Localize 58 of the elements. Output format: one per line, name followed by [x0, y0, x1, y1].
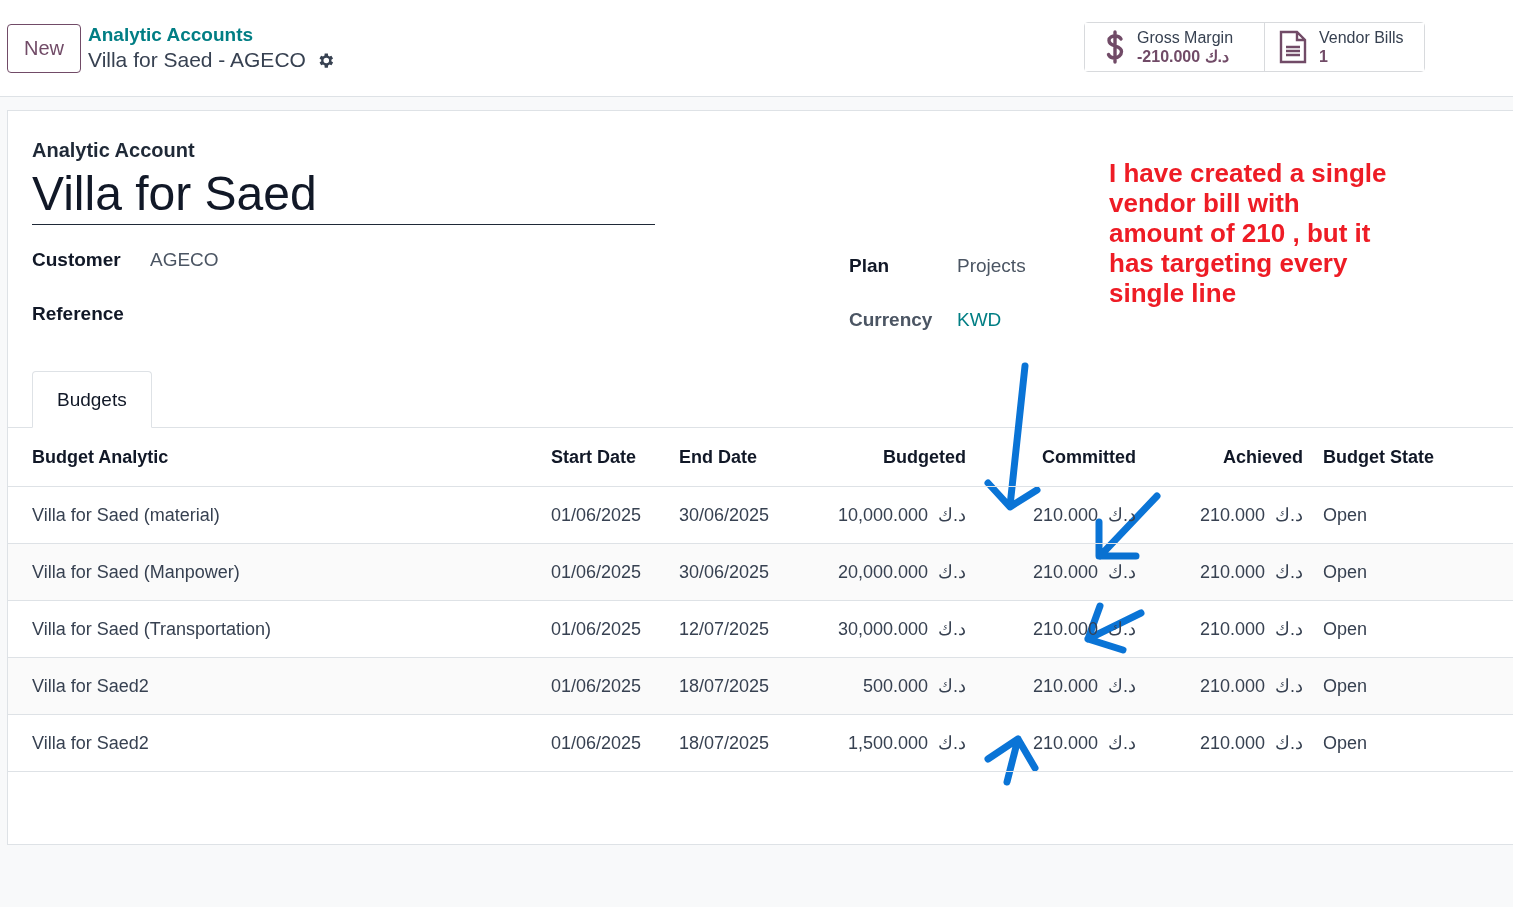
document-icon	[1279, 30, 1307, 64]
table-cell: 01/06/2025	[541, 543, 669, 601]
table-cell: 18/07/2025	[669, 657, 796, 715]
field-value[interactable]: Projects	[957, 255, 1026, 277]
dollar-icon	[1105, 30, 1125, 64]
table-cell: 18/07/2025	[669, 714, 796, 772]
annotation-note: I have created a single vendor bill with amount of 210 , but it has targeting every single line	[1109, 158, 1387, 308]
table-cell: 210.000 د.ك	[1146, 600, 1313, 658]
form-caption: Analytic Account	[32, 139, 196, 162]
field-label: Reference	[32, 303, 125, 325]
column-header[interactable]: End Date	[669, 428, 796, 487]
table-cell: 210.000 د.ك	[976, 543, 1146, 601]
table-cell: 1,500.000 د.ك	[796, 714, 976, 772]
table-cell: 12/07/2025	[669, 600, 796, 658]
table-cell: 01/06/2025	[541, 714, 669, 772]
table-cell: Open	[1313, 486, 1513, 544]
table-cell: Villa for Saed2	[8, 657, 541, 715]
table-cell: 210.000 د.ك	[1146, 714, 1313, 772]
field-value[interactable]: AGECO	[150, 249, 655, 271]
table-cell: Open	[1313, 657, 1513, 715]
table-cell: Villa for Saed (material)	[8, 486, 541, 544]
table-cell: Open	[1313, 543, 1513, 601]
table-cell: 01/06/2025	[541, 486, 669, 544]
vendor-bills-button[interactable]: Vendor Bills 1	[1264, 23, 1424, 71]
column-header[interactable]: Achieved	[1146, 428, 1313, 487]
column-header[interactable]: Start Date	[541, 428, 669, 487]
table-cell: 01/06/2025	[541, 600, 669, 658]
table-cell: 210.000 د.ك	[1146, 543, 1313, 601]
column-header[interactable]: Budgeted	[796, 428, 976, 487]
record-title: Villa for Saed - AGECO	[88, 48, 306, 72]
table-cell: Villa for Saed (Transportation)	[8, 600, 541, 658]
account-name-field[interactable]: Villa for Saed	[32, 164, 655, 225]
field-label: Currency	[849, 309, 934, 331]
table-cell: Villa for Saed (Manpower)	[8, 543, 541, 601]
table-cell: 210.000 د.ك	[1146, 486, 1313, 544]
table-cell: Villa for Saed2	[8, 714, 541, 772]
table-cell: 210.000 د.ك	[976, 714, 1146, 772]
column-header[interactable]: Committed	[976, 428, 1146, 487]
table-cell: Open	[1313, 714, 1513, 772]
field-label: Customer	[32, 249, 122, 271]
field-link[interactable]: KWD	[957, 309, 1026, 331]
tab[interactable]: Budgets	[32, 371, 152, 428]
table-cell: 30,000.000 د.ك	[796, 600, 976, 658]
table-cell: 30/06/2025	[669, 543, 796, 601]
table-cell: 500.000 د.ك	[796, 657, 976, 715]
column-header[interactable]: Budget State	[1313, 428, 1513, 487]
breadcrumb-link[interactable]: Analytic Accounts	[88, 24, 335, 46]
table-cell: Open	[1313, 600, 1513, 658]
table-cell: 210.000 د.ك	[1146, 657, 1313, 715]
new-button[interactable]: New	[7, 23, 81, 73]
column-header[interactable]: Budget Analytic	[8, 428, 541, 487]
table-cell: 30/06/2025	[669, 486, 796, 544]
table-cell: 210.000 د.ك	[976, 657, 1146, 715]
table-cell: 10,000.000 د.ك	[796, 486, 976, 544]
table-cell: 01/06/2025	[541, 657, 669, 715]
table-cell: 20,000.000 د.ك	[796, 543, 976, 601]
field-label: Plan	[849, 255, 891, 277]
table-cell: 210.000 د.ك	[976, 486, 1146, 544]
